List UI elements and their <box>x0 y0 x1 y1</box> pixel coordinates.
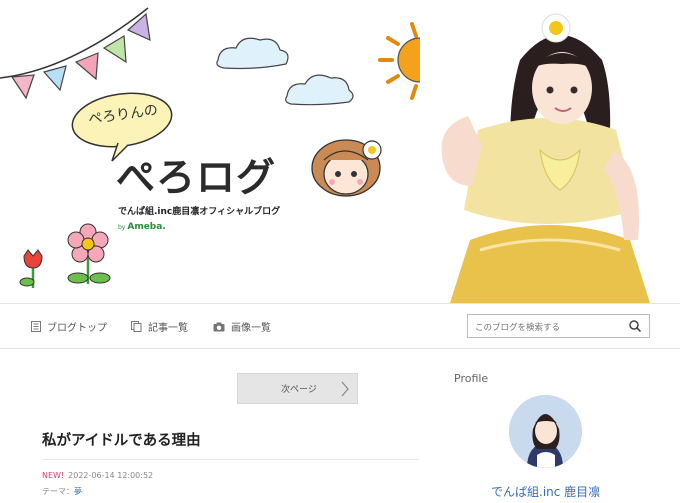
avatar-image <box>509 395 582 468</box>
flower-doodle <box>19 223 111 288</box>
blog-nav-bar: ブログトップ 記事一覧 画像一覧 <box>0 303 680 349</box>
blog-search-box <box>467 314 650 339</box>
nav-entry-list-label: 記事一覧 <box>148 323 188 334</box>
entry-meta: NEW! 2022-06-14 12:00:52 <box>42 471 153 480</box>
entry-title[interactable]: 私がアイドルである理由 <box>42 429 201 450</box>
nav-entry-list[interactable]: 記事一覧 <box>131 319 188 334</box>
ameba-logo[interactable]: by Ameba. <box>118 222 166 232</box>
camera-icon <box>213 322 225 331</box>
document-icon <box>31 321 41 332</box>
next-page-label: 次ページ <box>281 385 317 395</box>
ameba-label: Ameba. <box>127 222 166 232</box>
nav-blog-top-label: ブログトップ <box>47 323 107 334</box>
character-doodle <box>311 139 382 197</box>
nav-image-list[interactable]: 画像一覧 <box>213 319 271 334</box>
idol-photo <box>420 0 680 303</box>
by-label: by <box>118 224 126 231</box>
bunting-flags <box>10 12 151 100</box>
entry-theme-link[interactable]: 夢 <box>74 487 82 496</box>
chevron-right-icon <box>341 381 349 397</box>
entry-theme-label: テーマ： <box>42 487 74 496</box>
avatar[interactable] <box>509 395 582 468</box>
blog-title[interactable]: ぺろログ <box>116 147 276 203</box>
blog-header-banner[interactable]: ぺろりんの ぺろログ でんぱ組.inc鹿目凛オフィシャルブログ by Ameba. <box>0 0 680 303</box>
entry-divider <box>42 459 419 460</box>
blog-search-input[interactable] <box>468 317 618 339</box>
entry-datetime: 2022-06-14 12:00:52 <box>68 471 154 480</box>
new-badge: NEW! <box>42 471 65 480</box>
cloud-icon <box>216 37 354 106</box>
search-icon[interactable] <box>629 320 641 332</box>
profile-heading: Profile <box>454 372 489 385</box>
next-page-button[interactable]: 次ページ <box>237 373 358 404</box>
copy-icon <box>131 321 142 332</box>
nav-blog-top[interactable]: ブログトップ <box>31 319 107 334</box>
profile-name[interactable]: でんぱ組.inc 鹿目凛 <box>491 483 600 500</box>
blog-subtitle: でんぱ組.inc鹿目凛オフィシャルブログ <box>118 207 281 217</box>
header-illustration <box>0 0 680 303</box>
nav-image-list-label: 画像一覧 <box>231 323 271 334</box>
entry-theme: テーマ：夢 <box>42 486 82 497</box>
